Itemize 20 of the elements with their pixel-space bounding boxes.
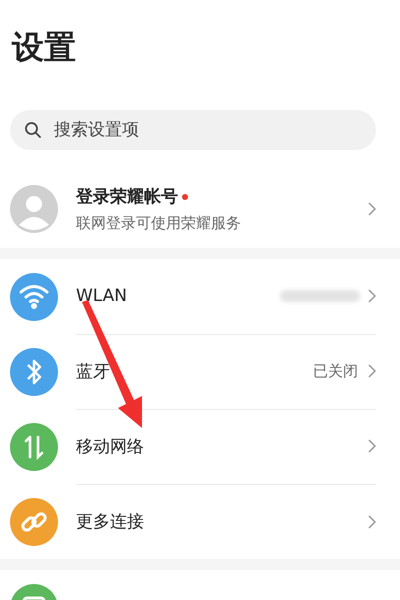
row-label: 移动网络 bbox=[76, 436, 144, 458]
search-input[interactable]: 搜索设置项 bbox=[52, 119, 362, 141]
row-label: WLAN bbox=[76, 286, 128, 306]
search-icon bbox=[24, 121, 42, 139]
settings-row[interactable]: 更多连接 bbox=[0, 484, 400, 559]
chevron-icon bbox=[368, 364, 376, 378]
chevron-icon bbox=[368, 514, 376, 528]
row-label: 更多连接 bbox=[76, 511, 144, 533]
row-label: 蓝牙 bbox=[76, 360, 110, 382]
account-subtitle: 联网登录可使用荣耀服务 bbox=[76, 214, 242, 233]
row-value: 已关闭 bbox=[313, 362, 358, 380]
account-name: 登录荣耀帐号 bbox=[76, 186, 178, 208]
chevron-icon bbox=[368, 202, 376, 216]
settings-row[interactable]: WLAN bbox=[0, 259, 400, 334]
page-title: 设置 bbox=[10, 27, 77, 68]
account-row[interactable]: 登录荣耀帐号 联网登录可使用荣耀服务 bbox=[0, 170, 400, 248]
search-bar[interactable]: 搜索设置项 bbox=[10, 110, 376, 150]
chevron-icon bbox=[368, 439, 376, 453]
chevron-icon bbox=[368, 289, 376, 303]
avatar-icon bbox=[10, 185, 58, 233]
